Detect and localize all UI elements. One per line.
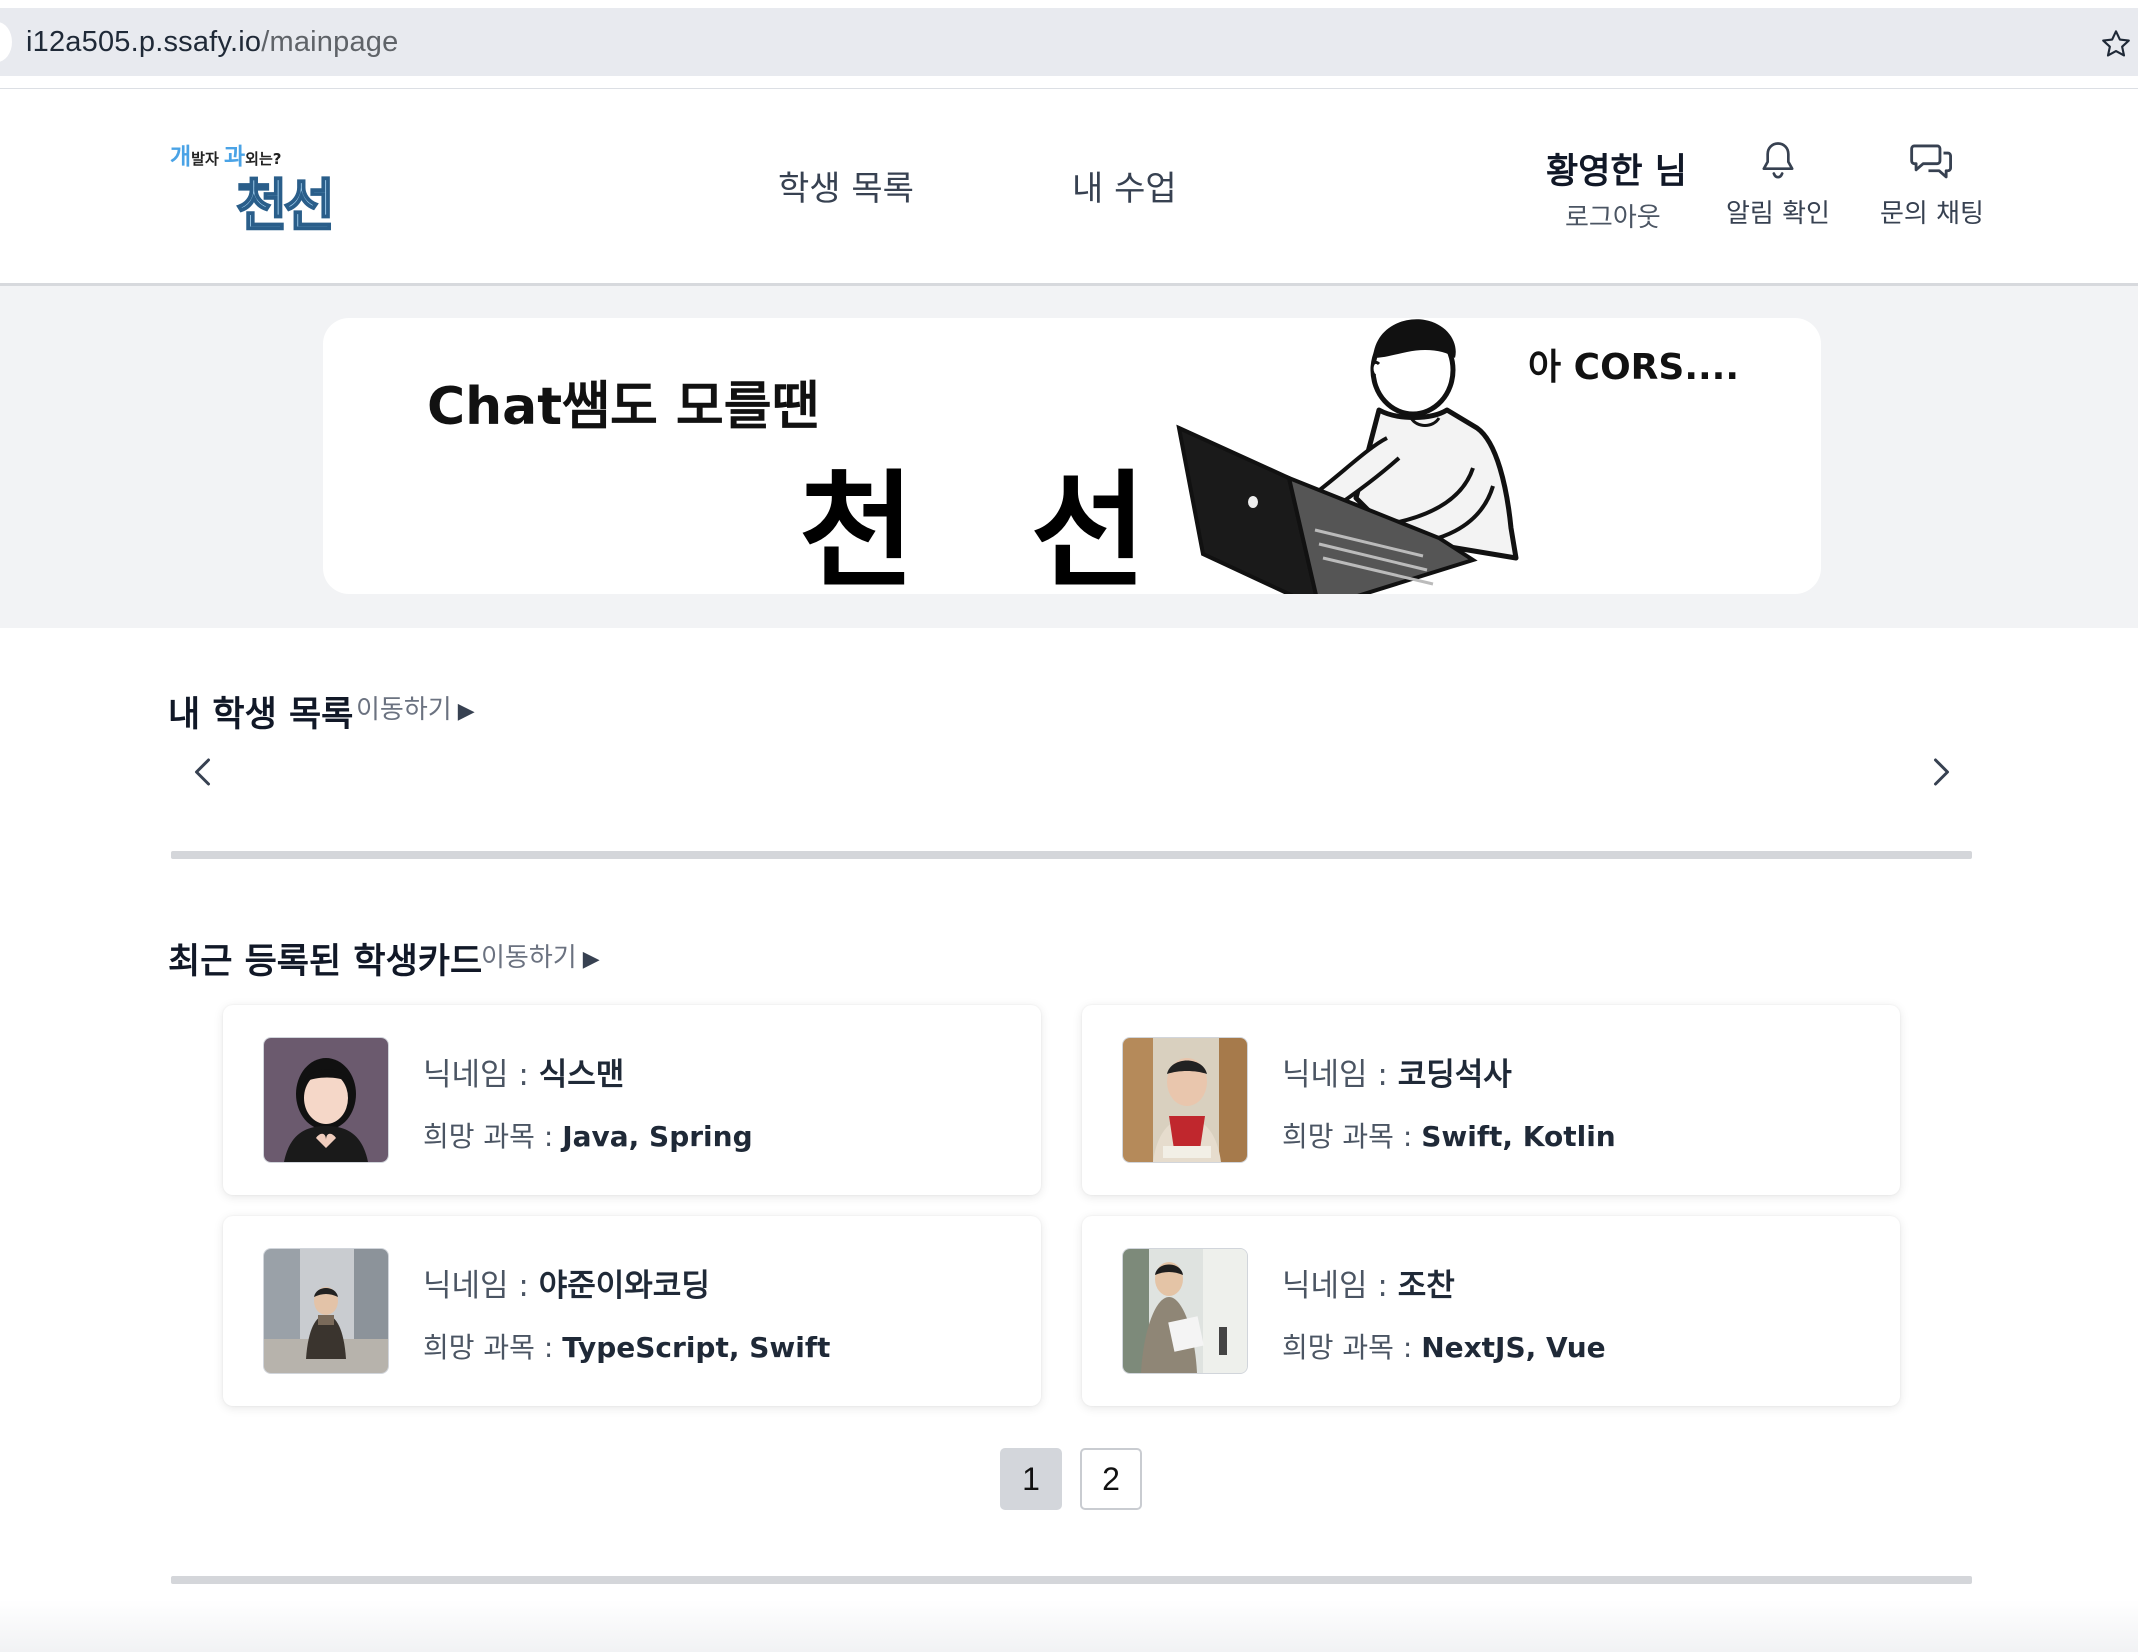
my-students-title: 내 학생 목록 xyxy=(168,695,354,735)
url-host: i12a505.p.ssafy.io xyxy=(26,26,262,58)
avatar xyxy=(263,1037,389,1163)
card-nickname: 닉네임 : 조찬 xyxy=(1282,1268,1455,1304)
avatar xyxy=(1122,1037,1248,1163)
notification-label: 알림 확인 xyxy=(1726,199,1830,229)
banner-title: 천 선 xyxy=(799,458,1183,605)
avatar xyxy=(263,1248,389,1374)
section-divider xyxy=(171,851,1972,859)
star-icon[interactable] xyxy=(2100,28,2132,60)
card-nickname: 닉네임 : 야준이와코딩 xyxy=(423,1268,710,1304)
student-card[interactable]: 닉네임 : 코딩석사 희망 과목 : Swift, Kotlin xyxy=(1082,1005,1900,1195)
user-name: 황영한 님 xyxy=(1546,152,1687,192)
chevron-right-icon[interactable] xyxy=(1922,754,1958,790)
nav-my-classes[interactable]: 내 수업 xyxy=(1072,161,1177,210)
chat-icon xyxy=(1910,144,1952,179)
inquiry-chat-label: 문의 채팅 xyxy=(1880,199,1984,229)
page-button-1[interactable]: 1 xyxy=(1000,1448,1062,1510)
developer-laptop-illustration xyxy=(1176,319,1519,594)
card-subjects: 희망 과목 : Swift, Kotlin xyxy=(1282,1120,1616,1153)
logout-button[interactable]: 로그아웃 xyxy=(1565,197,1661,234)
my-students-link[interactable]: 이동하기 ▶ xyxy=(356,689,475,726)
url-field[interactable]: i12a505.p.ssafy.io/mainpage xyxy=(26,26,398,59)
banner-subtitle: Chat쌤도 모를땐 xyxy=(427,377,820,437)
student-card[interactable]: 닉네임 : 야준이와코딩 희망 과목 : TypeScript, Swift xyxy=(223,1216,1041,1406)
hero-banner: Chat쌤도 모를땐 천 선 아 CORS.... xyxy=(323,318,1821,605)
bell-icon xyxy=(1762,142,1794,179)
card-nickname: 닉네임 : 식스맨 xyxy=(423,1057,625,1093)
chevron-left-icon[interactable] xyxy=(186,754,222,790)
card-subjects: 희망 과목 : Java, Spring xyxy=(423,1120,753,1153)
site-header: 개발자 과외는? 천선 학생 목록 내 수업 황영한 님 로그아웃 알림 확인 … xyxy=(0,88,2138,287)
banner-area: Chat쌤도 모를땐 천 선 아 CORS.... xyxy=(0,286,2138,628)
avatar xyxy=(1122,1248,1248,1374)
url-path: /mainpage xyxy=(261,26,399,58)
student-card[interactable]: 닉네임 : 식스맨 희망 과목 : Java, Spring xyxy=(223,1005,1041,1195)
card-nickname: 닉네임 : 코딩석사 xyxy=(1282,1057,1512,1093)
section-divider xyxy=(171,1576,1972,1584)
recent-cards-link[interactable]: 이동하기 ▶ xyxy=(481,937,600,974)
card-subjects: 희망 과목 : NextJS, Vue xyxy=(1282,1331,1606,1364)
logo[interactable]: 개발자 과외는? 천선 xyxy=(170,137,350,240)
recent-cards-title: 최근 등록된 학생카드 xyxy=(168,942,483,982)
page-button-2[interactable]: 2 xyxy=(1080,1448,1142,1510)
logo-wordmark: 천선 xyxy=(235,173,336,240)
card-subjects: 희망 과목 : TypeScript, Swift xyxy=(423,1331,831,1364)
page-bottom xyxy=(0,1600,2138,1652)
site-info-icon[interactable] xyxy=(0,22,12,62)
notification-button[interactable]: 알림 확인 xyxy=(1726,139,1830,230)
student-card[interactable]: 닉네임 : 조찬 희망 과목 : NextJS, Vue xyxy=(1082,1216,1900,1406)
nav-student-list[interactable]: 학생 목록 xyxy=(778,161,914,210)
browser-address-bar: i12a505.p.ssafy.io/mainpage xyxy=(0,8,2138,76)
inquiry-chat-button[interactable]: 문의 채팅 xyxy=(1880,139,1984,230)
